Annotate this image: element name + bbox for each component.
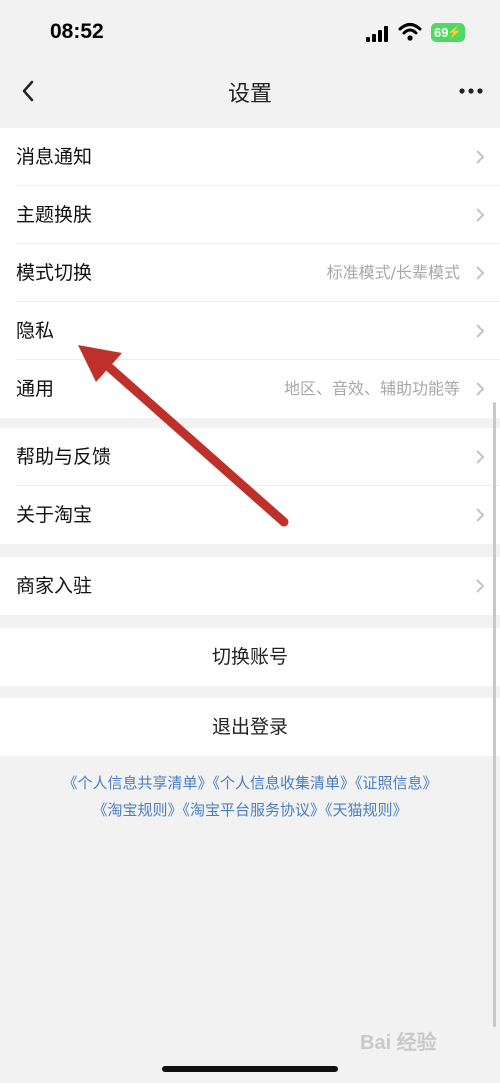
settings-item-theme[interactable]: 主题换肤 [0,186,500,244]
settings-group-help: 帮助与反馈 关于淘宝 [0,428,500,544]
battery-icon: 69 ⚡ [431,23,465,42]
link-personal-info-collect[interactable]: 《个人信息收集清单》 [212,774,355,792]
chevron-right-icon [476,324,485,338]
link-taobao-rules[interactable]: 《淘宝规则》 [92,801,182,819]
settings-item-label: 帮助与反馈 [16,446,112,468]
settings-item-label: 模式切换 [16,262,93,284]
settings-item-merchant[interactable]: 商家入驻 [0,557,500,615]
link-tmall-rules[interactable]: 《天猫规则》 [325,801,408,819]
legal-links-line-2: 《淘宝规则》《淘宝平台服务协议》《天猫规则》 [0,797,500,824]
status-time: 08:52 [50,20,104,43]
legal-links: 《个人信息共享清单》《个人信息收集清单》《证照信息》 《淘宝规则》《淘宝平台服务… [0,770,500,824]
link-license-info[interactable]: 《证照信息》 [355,774,438,792]
settings-item-mode[interactable]: 模式切换 标准模式/长辈模式 [0,244,500,302]
logout-button[interactable]: 退出登录 [0,698,500,756]
settings-item-general[interactable]: 通用 地区、音效、辅助功能等 [0,360,500,418]
settings-item-label: 通用 [16,378,55,400]
logout-group: 退出登录 [0,698,500,756]
scrollbar[interactable] [493,402,496,1027]
wifi-icon [398,23,422,41]
settings-item-label: 主题换肤 [16,204,93,226]
settings-group-merchant: 商家入驻 [0,557,500,615]
settings-item-about[interactable]: 关于淘宝 [0,486,500,544]
switch-account-group: 切换账号 [0,628,500,686]
nav-bar: 设置 [0,66,500,126]
settings-group-main: 消息通知 主题换肤 模式切换 标准模式/长辈模式 隐私 通用 地区、音效、辅助功… [0,128,500,418]
more-options-button[interactable] [456,76,486,106]
settings-item-label: 关于淘宝 [16,504,93,526]
chevron-right-icon [476,208,485,222]
settings-item-privacy[interactable]: 隐私 [0,302,500,360]
charging-bolt-icon: ⚡ [447,25,462,39]
chevron-right-icon [476,579,485,593]
status-bar: 08:52 69 ⚡ [0,0,500,66]
link-platform-agreement[interactable]: 《淘宝平台服务协议》 [182,801,325,819]
chevron-right-icon [476,508,485,522]
settings-item-value: 地区、音效、辅助功能等 [283,379,460,398]
link-personal-info-share[interactable]: 《个人信息共享清单》 [62,774,212,792]
chevron-right-icon [476,450,485,464]
home-indicator[interactable] [162,1066,338,1072]
chevron-right-icon [476,150,485,164]
legal-links-line-1: 《个人信息共享清单》《个人信息收集清单》《证照信息》 [0,770,500,797]
switch-account-button[interactable]: 切换账号 [0,628,500,686]
settings-item-notifications[interactable]: 消息通知 [0,128,500,186]
settings-item-label: 消息通知 [16,146,93,168]
baidu-watermark-logo: Bai 经验 [360,1032,437,1054]
settings-item-value: 标准模式/长辈模式 [326,263,460,282]
cellular-signal-icon [366,26,390,42]
chevron-right-icon [476,266,485,280]
settings-item-help-feedback[interactable]: 帮助与反馈 [0,428,500,486]
page-title: 设置 [227,82,272,107]
settings-item-label: 隐私 [16,320,55,342]
settings-item-label: 商家入驻 [16,575,93,597]
chevron-right-icon [476,382,485,396]
